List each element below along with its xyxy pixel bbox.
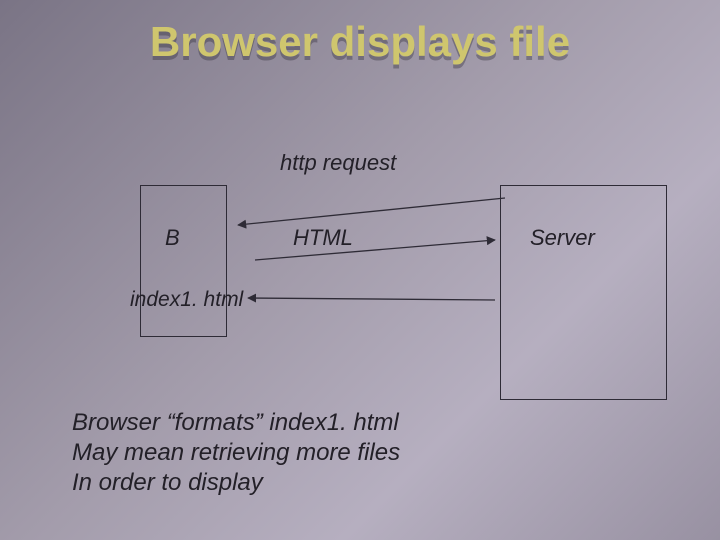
arrow-html-up bbox=[255, 240, 495, 260]
server-box bbox=[500, 185, 667, 400]
label-http-request: http request bbox=[280, 150, 396, 176]
caption-block: Browser “formats” index1. html May mean … bbox=[72, 408, 400, 498]
browser-box bbox=[140, 185, 227, 337]
label-index-file: index1. html bbox=[130, 288, 243, 312]
label-server: Server bbox=[530, 225, 595, 251]
arrow-http-request bbox=[238, 198, 505, 225]
caption-line-2: May mean retrieving more files bbox=[72, 438, 400, 468]
caption-line-1: Browser “formats” index1. html bbox=[72, 408, 400, 438]
label-browser: B bbox=[165, 225, 180, 251]
arrow-html-response bbox=[248, 298, 495, 300]
caption-line-3: In order to display bbox=[72, 468, 400, 498]
label-html: HTML bbox=[293, 225, 353, 251]
slide-title: Browser displays file bbox=[0, 18, 720, 66]
